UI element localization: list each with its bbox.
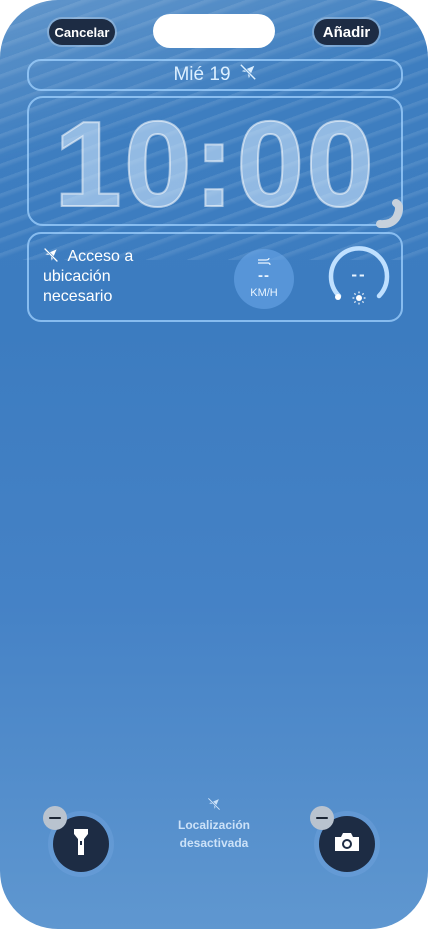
font-weight-handle[interactable] [374,198,404,229]
remove-flashlight-button[interactable] [43,806,67,830]
minus-icon [49,816,61,820]
minus-icon [316,816,328,820]
lock-screen-editor: Cancelar Añadir Mié 19 10:00 Acceso a ub… [0,0,428,929]
dynamic-island [153,14,275,48]
add-button[interactable]: Añadir [314,19,379,45]
location-slash-icon [43,247,63,265]
wind-unit: KM/H [250,287,278,299]
location-slash-icon [207,797,221,814]
wind-value: -- [258,267,270,284]
remove-camera-button[interactable] [310,806,334,830]
location-access-line2: ubicación [43,268,111,285]
location-slash-icon [239,63,257,87]
location-status: Localización desactivada [159,797,269,852]
clock-widget[interactable]: 10:00 [27,95,403,233]
sun-icon [352,291,366,310]
location-access-line3: necesario [43,288,113,305]
location-access-line1: Acceso a [67,248,134,265]
uv-value: -- [351,265,367,284]
cancel-button[interactable]: Cancelar [49,19,115,45]
wind-widget[interactable]: -- KM/H [234,249,294,309]
flashlight-icon [72,827,90,862]
clock-time: 10:00 [53,95,377,233]
location-access-widget[interactable]: Acceso a ubicación necesario [43,247,183,307]
uv-gauge-widget[interactable]: -- [327,246,391,310]
widgets-row[interactable]: Acceso a ubicación necesario -- KM/H -- [27,232,403,322]
date-label: Mié 19 [173,64,231,85]
camera-icon [333,831,361,858]
location-status-line1: Localización [177,818,251,832]
date-widget[interactable]: Mié 19 [27,59,403,91]
location-status-line2: desactivada [179,836,249,850]
